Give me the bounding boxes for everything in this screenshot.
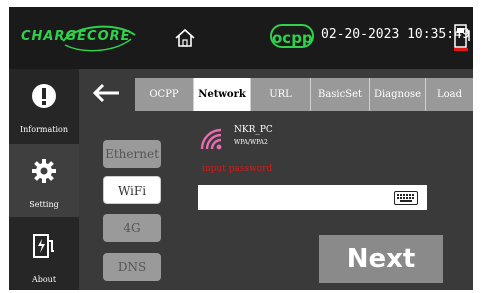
- settings-tabs: OCPP Network URL BasicSet Diagnose Load: [135, 78, 473, 111]
- 4g-button[interactable]: 4G: [103, 214, 161, 242]
- sidebar-item-information[interactable]: Information: [9, 69, 79, 142]
- sidebar-item-about[interactable]: About: [9, 219, 79, 290]
- ethernet-button[interactable]: Ethernet: [103, 140, 161, 168]
- charger-icon: [454, 24, 470, 51]
- brand-logo: CHARGECORE: [21, 29, 131, 44]
- datetime-display: 02-20-2023 10:35:49: [321, 27, 470, 42]
- ocpp-status-badge: ocpp: [270, 24, 314, 48]
- tab-basicset[interactable]: BasicSet: [311, 78, 370, 111]
- wifi-security-type: WPA/WPA2: [234, 139, 268, 146]
- top-bar: CHARGECORE ocpp 02-20-2023 10:35:49: [9, 7, 473, 69]
- tab-url[interactable]: URL: [251, 78, 311, 111]
- charger-about-icon: [33, 234, 54, 258]
- charger-screen: CHARGECORE ocpp 02-20-2023 10:35:49 Info…: [9, 7, 473, 290]
- tab-load[interactable]: Load: [426, 78, 473, 111]
- password-prompt: input password: [202, 164, 273, 174]
- info-icon: [32, 84, 56, 108]
- sidebar-item-label: About: [31, 275, 57, 284]
- sidebar: Information Setting About: [9, 69, 79, 290]
- sidebar-item-label: Information: [19, 125, 68, 134]
- gear-icon: [32, 159, 56, 183]
- wifi-ssid[interactable]: NKR_PC: [234, 125, 273, 135]
- tab-network[interactable]: Network: [194, 78, 251, 111]
- dns-button[interactable]: DNS: [103, 253, 161, 281]
- sidebar-item-label: Setting: [29, 200, 59, 209]
- back-arrow-icon[interactable]: [91, 82, 121, 104]
- tab-ocpp[interactable]: OCPP: [135, 78, 194, 111]
- wifi-button[interactable]: WiFi: [103, 176, 161, 204]
- home-icon[interactable]: [174, 28, 196, 48]
- wifi-signal-icon[interactable]: [199, 127, 223, 151]
- next-button[interactable]: Next: [319, 235, 443, 283]
- tab-diagnose[interactable]: Diagnose: [370, 78, 426, 111]
- password-input[interactable]: [198, 185, 427, 210]
- keyboard-icon[interactable]: [394, 191, 418, 205]
- sidebar-item-setting[interactable]: Setting: [9, 144, 79, 217]
